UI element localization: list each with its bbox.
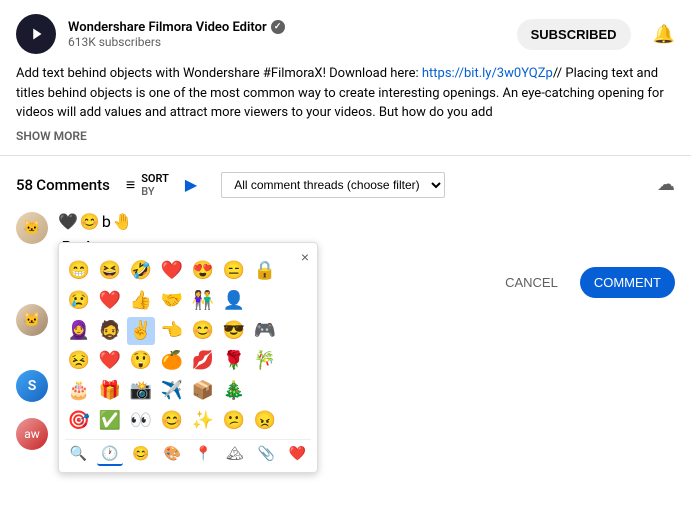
comment-filter-dropdown[interactable]: All comment threads (choose filter) bbox=[221, 172, 445, 198]
sort-label: SORT bbox=[141, 172, 169, 185]
emoji-display[interactable]: 🖤😊b🤚 bbox=[58, 212, 675, 232]
comments-count-wrap: 58 Comments bbox=[16, 176, 110, 194]
emoji-cell[interactable]: 🎄 bbox=[220, 377, 248, 405]
description: Add text behind objects with Wondershare… bbox=[0, 64, 691, 155]
emoji-cell[interactable]: 👫 bbox=[189, 287, 217, 315]
comments-label: Comments bbox=[36, 176, 110, 194]
emoji-cell[interactable] bbox=[282, 347, 310, 375]
emoji-cell[interactable]: 👀 bbox=[127, 407, 155, 435]
comment-submit-button[interactable]: COMMENT bbox=[580, 267, 675, 298]
emoji-picker-tabs: 🔍 🕐 😊 🎨 📍 🏔 📎 ❤️ bbox=[65, 439, 311, 466]
emoji-cell[interactable]: 😊 bbox=[158, 407, 186, 435]
emoji-cell[interactable]: ✈️ bbox=[158, 377, 186, 405]
divider bbox=[0, 155, 691, 156]
comment-input-area: 🐱 🖤😊b🤚 B I ... × 😁 😆 🤣 ❤️ 😍 😑 🔒 😢 bbox=[0, 204, 691, 265]
bell-icon[interactable]: 🔔 bbox=[653, 24, 675, 45]
emoji-grid: 😁 😆 🤣 ❤️ 😍 😑 🔒 😢 ❤️ 👍 🤝 👫 👤 🧕 � bbox=[65, 257, 311, 435]
emoji-cell[interactable]: ❤️ bbox=[96, 347, 124, 375]
channel-logo[interactable] bbox=[16, 14, 56, 54]
emoji-cell[interactable]: 😢 bbox=[65, 287, 93, 315]
emoji-tab-objects[interactable]: 📎 bbox=[253, 444, 278, 466]
emoji-cell[interactable]: 😲 bbox=[127, 347, 155, 375]
emoji-cell[interactable]: 😕 bbox=[220, 407, 248, 435]
emoji-cell[interactable]: 👤 bbox=[220, 287, 248, 315]
emoji-picker-close-button[interactable]: × bbox=[301, 249, 309, 265]
comment-avatar: aw bbox=[16, 418, 48, 450]
by-label: BY bbox=[141, 185, 169, 198]
emoji-cell[interactable]: ✅ bbox=[96, 407, 124, 435]
cloud-icon: ☁ bbox=[657, 174, 675, 195]
emoji-cell[interactable]: 🔒 bbox=[251, 257, 279, 285]
emoji-cell[interactable]: 😊 bbox=[189, 317, 217, 345]
emoji-tab-recent[interactable]: 🕐 bbox=[97, 444, 122, 466]
channel-header: Wondershare Filmora Video Editor ✓ 613K … bbox=[0, 0, 691, 64]
emoji-cell[interactable]: 🎁 bbox=[96, 377, 124, 405]
emoji-cell[interactable]: 😑 bbox=[220, 257, 248, 285]
emoji-tab-art[interactable]: 🎨 bbox=[159, 444, 184, 466]
emoji-cell[interactable]: 😍 bbox=[189, 257, 217, 285]
emoji-cell[interactable] bbox=[282, 317, 310, 345]
emoji-cell[interactable]: 🎋 bbox=[251, 347, 279, 375]
emoji-cell[interactable]: 🎮 bbox=[251, 317, 279, 345]
channel-name: Wondershare Filmora Video Editor ✓ bbox=[68, 20, 505, 35]
emoji-cell[interactable]: 🎯 bbox=[65, 407, 93, 435]
emoji-cell[interactable]: 👈 bbox=[158, 317, 186, 345]
emoji-tab-smileys[interactable]: 😊 bbox=[128, 444, 153, 466]
emoji-cell[interactable]: 😁 bbox=[65, 257, 93, 285]
emoji-cell[interactable] bbox=[282, 287, 310, 315]
emoji-cell[interactable]: 🍊 bbox=[158, 347, 186, 375]
comment-avatar: 🐱 bbox=[16, 304, 48, 336]
emoji-cell[interactable]: 😠 bbox=[251, 407, 279, 435]
emoji-tab-hearts[interactable]: ❤️ bbox=[285, 444, 310, 466]
emoji-cell-selected[interactable]: ✌️ bbox=[127, 317, 155, 345]
user-avatar: 🐱 bbox=[16, 212, 48, 244]
verified-badge: ✓ bbox=[271, 20, 285, 34]
emoji-cell[interactable]: ❤️ bbox=[96, 287, 124, 315]
emoji-cell[interactable]: ❤️ bbox=[158, 257, 186, 285]
emoji-cell[interactable]: 📸 bbox=[127, 377, 155, 405]
cancel-button[interactable]: CANCEL bbox=[493, 267, 570, 298]
description-link[interactable]: https://bit.ly/3w0YQZp bbox=[422, 66, 553, 81]
comment-field-wrap: 🖤😊b🤚 B I ... × 😁 😆 🤣 ❤️ 😍 😑 🔒 😢 ❤️ bbox=[58, 212, 675, 257]
emoji-cell[interactable]: 📦 bbox=[189, 377, 217, 405]
show-more-button[interactable]: SHOW MORE bbox=[16, 127, 675, 145]
emoji-cell[interactable]: 💋 bbox=[189, 347, 217, 375]
emoji-cell[interactable]: 🤝 bbox=[158, 287, 186, 315]
emoji-cell[interactable]: 🧕 bbox=[65, 317, 93, 345]
emoji-cell[interactable]: 😆 bbox=[96, 257, 124, 285]
comment-avatar: S bbox=[16, 370, 48, 402]
sort-icon: ≡ bbox=[126, 175, 135, 195]
comments-count: 58 bbox=[16, 176, 33, 194]
emoji-cell[interactable]: 🌹 bbox=[220, 347, 248, 375]
emoji-cell[interactable] bbox=[282, 377, 310, 405]
subscriber-count: 613K subscribers bbox=[68, 35, 505, 49]
subscribe-button[interactable]: SUBSCRIBED bbox=[517, 19, 631, 50]
emoji-picker: × 😁 😆 🤣 ❤️ 😍 😑 🔒 😢 ❤️ 👍 🤝 👫 👤 bbox=[58, 242, 318, 473]
emoji-cell[interactable] bbox=[282, 407, 310, 435]
description-text-start: Add text behind objects with Wondershare… bbox=[16, 66, 422, 81]
emoji-cell[interactable] bbox=[251, 377, 279, 405]
emoji-cell[interactable]: 🧔 bbox=[96, 317, 124, 345]
emoji-cell[interactable]: 😎 bbox=[220, 317, 248, 345]
sort-by-button[interactable]: ≡ SORT BY bbox=[126, 172, 169, 198]
emoji-tab-nature[interactable]: 🏔 bbox=[222, 444, 248, 466]
emoji-cell[interactable]: 👍 bbox=[127, 287, 155, 315]
emoji-cell[interactable]: 🤣 bbox=[127, 257, 155, 285]
comments-header: 58 Comments ≡ SORT BY ▶ All comment thre… bbox=[0, 166, 691, 204]
emoji-cell[interactable]: ✨ bbox=[189, 407, 217, 435]
emoji-tab-location[interactable]: 📍 bbox=[191, 444, 216, 466]
channel-info: Wondershare Filmora Video Editor ✓ 613K … bbox=[68, 20, 505, 49]
emoji-tab-search[interactable]: 🔍 bbox=[66, 444, 91, 466]
play-icon: ▶ bbox=[185, 175, 197, 194]
emoji-cell[interactable]: 🎂 bbox=[65, 377, 93, 405]
emoji-cell[interactable] bbox=[251, 287, 279, 315]
emoji-cell[interactable]: 😣 bbox=[65, 347, 93, 375]
